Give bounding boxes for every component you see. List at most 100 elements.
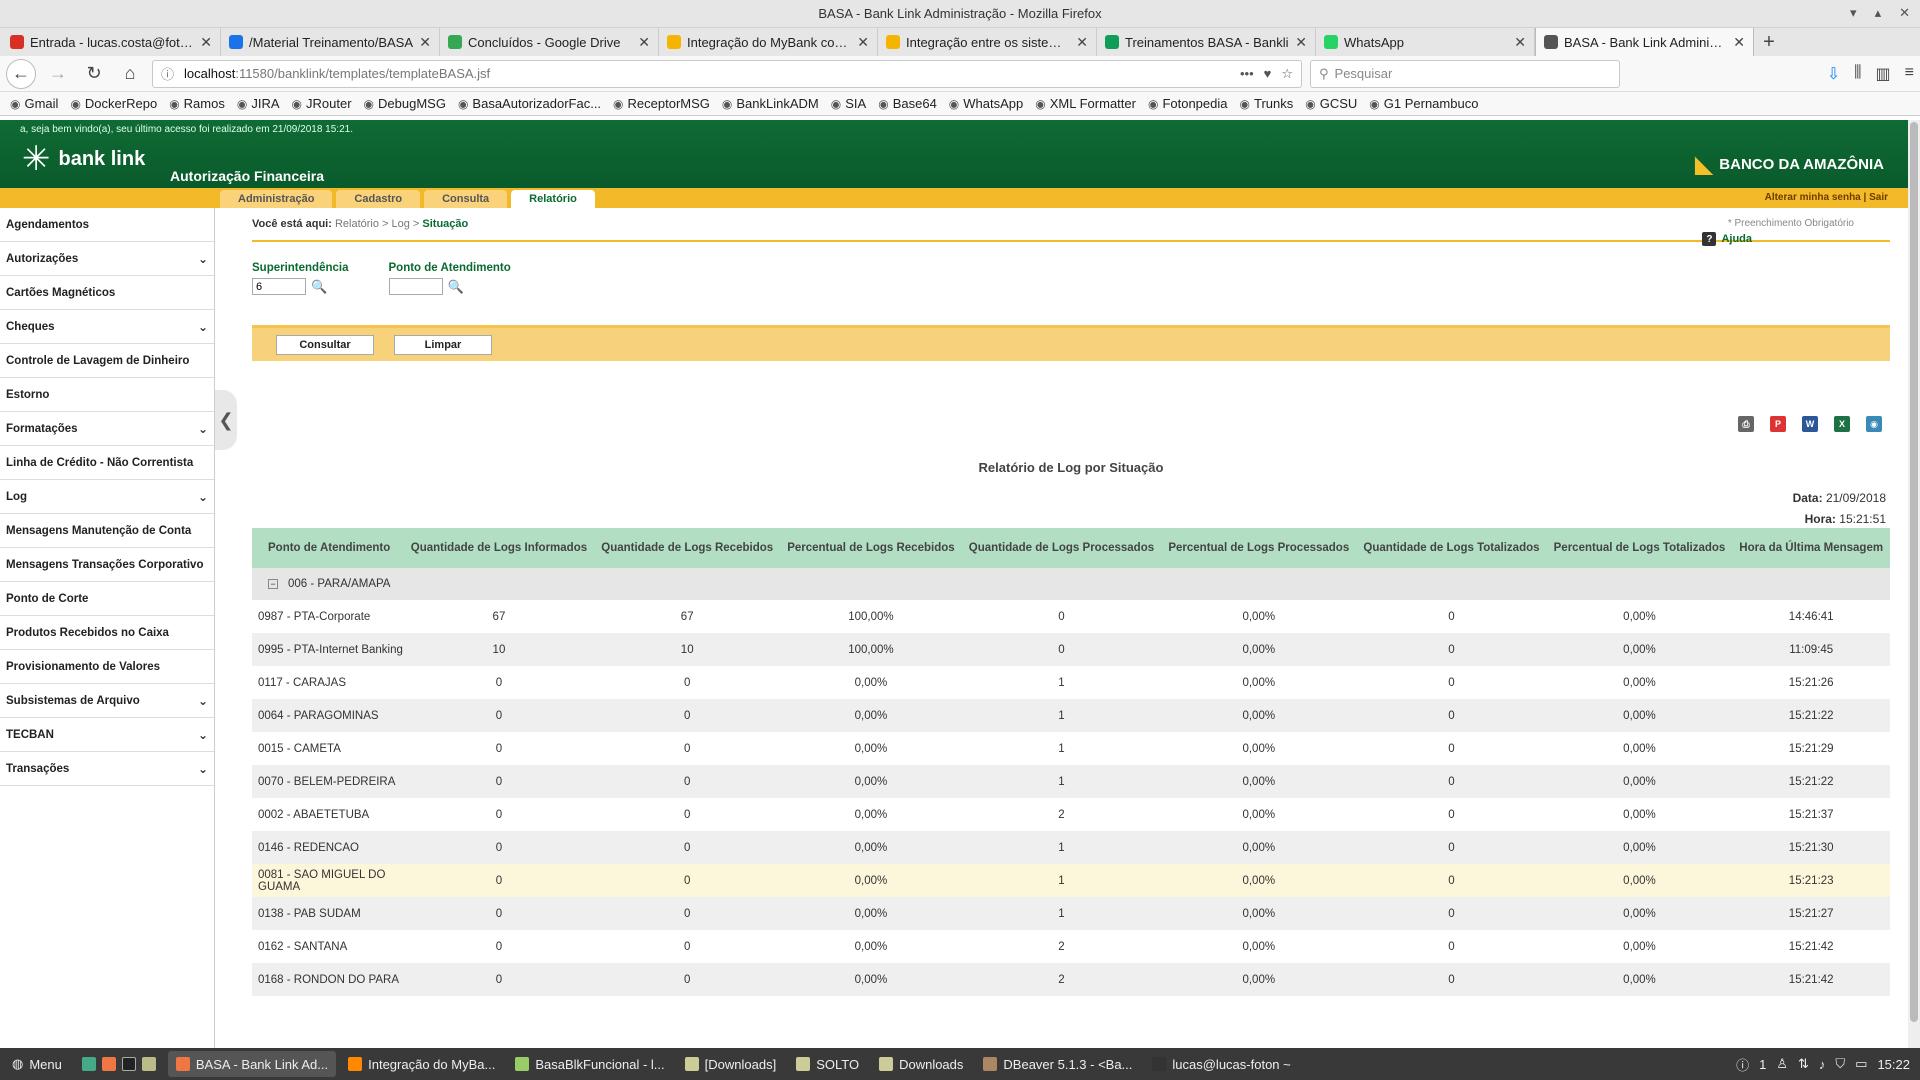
bookmark-item[interactable]: ◉ JIRA [237,96,280,111]
bookmark-item[interactable]: ◉ Fotonpedia [1148,96,1228,111]
home-button[interactable]: ⌂ [116,60,144,88]
volume-icon[interactable]: ♪ [1819,1057,1826,1072]
start-menu-button[interactable]: ◍ Menu [4,1051,70,1077]
word-export-icon[interactable]: W [1802,416,1818,432]
reload-button[interactable]: ↻ [80,60,108,88]
browser-tab[interactable]: /Material Treinamento/BASA ✕ [221,28,440,56]
info-icon[interactable]: ⓘ [161,64,174,83]
page-scrollbar[interactable] [1908,120,1920,1048]
info-tray-icon[interactable]: ⓘ [1736,1055,1749,1074]
sidebar-item[interactable]: Mensagens Transações Corporativo [0,548,214,582]
battery-icon[interactable]: ▭ [1855,1056,1867,1072]
library-icon[interactable]: ⫼ [1854,64,1861,84]
bookmark-item[interactable]: ◉ Trunks [1240,96,1294,111]
browser-tab[interactable]: Integração do MyBank com B ✕ [659,28,878,56]
bookmark-item[interactable]: ◉ BasaAutorizadorFac... [458,96,601,111]
table-row[interactable]: 0015 - CAMETA 0 0 0,00% 1 0,00% 0 0,00% 15:21:29 [252,732,1890,765]
hamburger-menu-icon[interactable]: ≡ [1905,64,1914,84]
download-icon[interactable]: ⇩ [1827,64,1840,84]
sidebar-item[interactable]: Autorizações ⌄ [0,242,214,276]
bookmark-item[interactable]: ◉ Gmail [10,96,58,111]
bookmark-item[interactable]: ◉ Ramos [169,96,225,111]
close-tab-icon[interactable]: ✕ [857,34,869,51]
close-tab-icon[interactable]: ✕ [200,34,212,51]
pdf-export-icon[interactable]: P [1770,416,1786,432]
close-tab-icon[interactable]: ✕ [419,34,431,51]
bookmark-star-icon[interactable]: ☆ [1281,66,1293,82]
back-button[interactable]: ← [6,58,36,89]
taskbar-window[interactable]: Integração do MyBa... [340,1051,503,1077]
sidebar-item[interactable]: Log ⌄ [0,480,214,514]
url-bar[interactable]: ⓘ localhost:11580/banklink/templates/tem… [152,59,1302,88]
menu-tab[interactable]: Administração [220,190,333,208]
bookmark-item[interactable]: ◉ ReceptorMSG [613,96,710,111]
taskbar-window[interactable]: DBeaver 5.1.3 - <Ba... [975,1051,1140,1077]
menu-tab[interactable]: Consulta [424,190,508,208]
sidebar-item[interactable]: Cartões Magnéticos [0,276,214,310]
sidebar-item[interactable]: Mensagens Manutenção de Conta [0,514,214,548]
collapse-sidebar-button[interactable]: ❮ [215,390,237,450]
table-row[interactable]: 0117 - CARAJAS 0 0 0,00% 1 0,00% 0 0,00% 15:21:2… [252,666,1890,699]
sidebar-item[interactable]: Agendamentos [0,208,214,242]
user-icon[interactable]: ♙ [1776,1056,1788,1072]
browser-tab[interactable]: Concluídos - Google Drive ✕ [440,28,659,56]
taskbar-window[interactable]: Downloads [871,1051,971,1077]
sidebar-item[interactable]: Controle de Lavagem de Dinheiro [0,344,214,378]
bookmark-item[interactable]: ◉ GCSU [1305,96,1357,111]
ponto-atendimento-input[interactable] [388,278,443,295]
search-ponto-atendimento-icon[interactable]: 🔍 [448,279,464,295]
browser-tab[interactable]: BASA - Bank Link Administraç ✕ [1535,28,1754,56]
sidebar-item[interactable]: Cheques ⌄ [0,310,214,344]
consultar-button[interactable]: Consultar [276,334,374,355]
taskbar-window[interactable]: BASA - Bank Link Ad... [167,1051,337,1077]
table-row[interactable]: 0995 - PTA-Internet Banking 10 10 100,00% 0 0… [252,633,1890,666]
web-export-icon[interactable]: ◉ [1866,416,1882,432]
excel-export-icon[interactable]: X [1834,416,1850,432]
sidebar-item[interactable]: Ponto de Corte [0,582,214,616]
account-links[interactable]: Alterar minha senha | Sair [1765,192,1888,203]
table-row[interactable]: 0987 - PTA-Corporate 67 67 100,00% 0 0,00% 0 0,… [252,600,1890,633]
table-row[interactable]: 0146 - REDENCAO 0 0 0,00% 1 0,00% 0 0,00% 15:21:… [252,831,1890,864]
bookmark-item[interactable]: ◉ BankLinkADM [722,96,819,111]
search-bar[interactable]: ⚲ Pesquisar [1310,59,1620,88]
restore-icon[interactable]: ▴ [1875,5,1882,21]
bookmark-item[interactable]: ◉ G1 Pernambuco [1369,96,1478,111]
close-window-icon[interactable]: ✕ [1899,5,1910,21]
sidebar-item[interactable]: Linha de Crédito - Não Correntista [0,446,214,480]
new-tab-button[interactable]: + [1754,28,1784,56]
bookmark-item[interactable]: ◉ WhatsApp [949,96,1023,111]
bookmark-item[interactable]: ◉ DockerRepo [70,96,157,111]
taskbar-window[interactable]: SOLTO [788,1051,867,1077]
close-tab-icon[interactable]: ✕ [1076,34,1088,51]
table-row[interactable]: 0162 - SANTANA 0 0 0,00% 2 0,00% 0 0,00% 15:21:4… [252,930,1890,963]
group-row[interactable]: −006 - PARA/AMAPA [252,568,1890,600]
pocket-icon[interactable]: ♥ [1264,66,1272,81]
collapse-group-icon[interactable]: − [268,579,278,589]
close-tab-icon[interactable]: ✕ [1514,34,1526,51]
search-superintendencia-icon[interactable]: 🔍 [311,279,327,295]
print-icon[interactable]: ⎙ [1738,416,1754,432]
sidebar-item[interactable]: Produtos Recebidos no Caixa [0,616,214,650]
superintendencia-input[interactable] [252,278,306,295]
taskbar-window[interactable]: BasaBlkFuncional - l... [507,1051,672,1077]
bookmark-item[interactable]: ◉ DebugMSG [364,96,446,111]
taskbar-window[interactable]: lucas@lucas-foton ~ [1144,1051,1298,1077]
sidebar-item[interactable]: Formatações ⌄ [0,412,214,446]
menu-tab[interactable]: Relatório [511,190,595,208]
limpar-button[interactable]: Limpar [394,334,492,355]
browser-tab[interactable]: Entrada - lucas.costa@foton.l ✕ [2,28,221,56]
table-row[interactable]: 0138 - PAB SUDAM 0 0 0,00% 1 0,00% 0 0,00% 15:21… [252,897,1890,930]
taskbar-window[interactable]: [Downloads] [677,1051,785,1077]
close-tab-icon[interactable]: ✕ [1733,34,1745,51]
sidebar-item[interactable]: Estorno [0,378,214,412]
close-tab-icon[interactable]: ✕ [1295,34,1307,51]
help-link[interactable]: ? Ajuda [1702,232,1752,246]
bookmark-item[interactable]: ◉ Base64 [878,96,937,111]
browser-tab[interactable]: Integração entre os sistemas ✕ [878,28,1097,56]
forward-button[interactable]: → [44,60,72,88]
table-row[interactable]: 0070 - BELEM-PEDREIRA 0 0 0,00% 1 0,00% 0 0,00%… [252,765,1890,798]
minimize-icon[interactable]: ▾ [1850,5,1857,21]
sidebar-item[interactable]: Provisionamento de Valores [0,650,214,684]
page-actions-icon[interactable]: ••• [1240,66,1254,81]
quick-launch[interactable] [74,1051,164,1077]
